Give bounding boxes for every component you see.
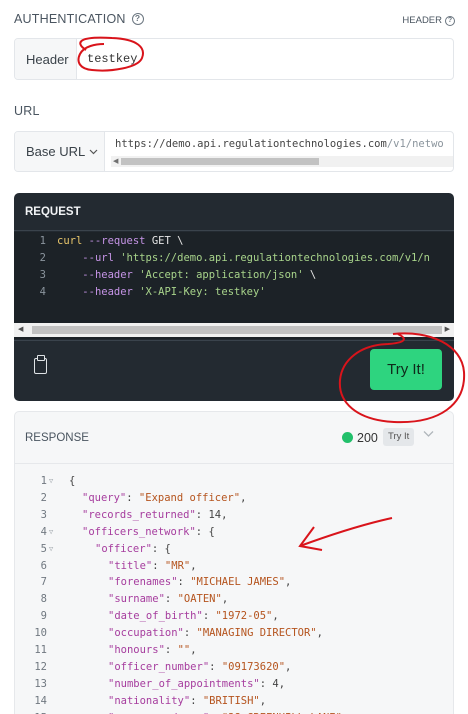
json-text: "officer_number": "09173620", [108, 660, 292, 673]
clipboard-icon[interactable] [34, 355, 47, 374]
request-scrollbar[interactable]: ◀ ▶ [14, 323, 454, 337]
line-number: 9 [40, 610, 47, 623]
json-text: { [69, 475, 76, 487]
line-number: 13 [34, 677, 47, 690]
response-header: RESPONSE 200 Try It [15, 412, 453, 464]
json-text: "occupation": "MANAGING DIRECTOR", [108, 627, 323, 640]
response-title: RESPONSE [25, 432, 89, 444]
scroll-left-arrow-icon[interactable]: ◀ [18, 323, 23, 337]
fold-toggle-icon[interactable]: ▽ [49, 541, 53, 558]
api-key-input[interactable]: testkey [77, 39, 137, 79]
header-link-label[interactable]: HEADER [402, 15, 442, 26]
request-footer: Try It! [14, 340, 454, 401]
json-text: "date_of_birth": "1972-05", [108, 610, 279, 623]
line-number: 4 [40, 525, 47, 538]
line-number: 4 [39, 286, 46, 298]
json-text: "surname": "OATEN", [108, 593, 229, 606]
status-code: 200 [357, 431, 378, 445]
help-icon[interactable]: ? [131, 13, 144, 25]
base-url-field: Base URL https://demo.api.regulationtech… [14, 131, 454, 172]
line-number: 6 [40, 559, 47, 572]
code-text: --url 'https://demo.api.regulationtechno… [82, 252, 430, 264]
json-text: "honours": "", [108, 644, 197, 656]
request-scrollbar-thumb[interactable] [32, 326, 442, 334]
chevron-down-icon[interactable] [423, 430, 434, 438]
line-number: 1 [39, 235, 46, 247]
header-auth-field: Header testkey [14, 38, 454, 80]
code-text: --header 'X-API-Key: testkey' [82, 286, 266, 298]
url-scrollbar[interactable]: ◀ [111, 156, 453, 167]
line-number: 2 [40, 491, 47, 504]
json-text: "officers_network": { [82, 525, 215, 538]
json-text: "officer": { [95, 542, 171, 555]
line-number: 15 [27, 710, 47, 714]
json-text: "query": "Expand officer", [82, 491, 247, 504]
line-number: 14 [34, 694, 47, 707]
code-text: --header 'Accept: application/json' \ [82, 269, 317, 281]
json-text: "nationality": "BRITISH", [108, 694, 267, 707]
url-value-main: https://demo.api.regulationtechnologies.… [115, 138, 387, 150]
header-help-icon[interactable]: ? [445, 15, 455, 26]
scroll-right-arrow-icon[interactable]: ▶ [445, 323, 450, 337]
url-value-area[interactable]: https://demo.api.regulationtechnologies.… [105, 132, 453, 171]
line-number: 7 [40, 576, 47, 589]
line-number: 5 [40, 542, 47, 555]
json-text: "forenames": "MICHAEL JAMES", [108, 576, 292, 589]
line-number: 2 [39, 252, 46, 264]
line-number: 12 [34, 660, 47, 673]
line-number: 3 [39, 269, 46, 281]
url-value-tail: /v1/netwo [386, 138, 444, 150]
response-panel: RESPONSE 200 Try It 1 ▽{2 "query": "Expand… [14, 411, 454, 714]
scroll-left-arrow-icon[interactable]: ◀ [113, 156, 118, 167]
json-text: "records_returned": 14, [82, 508, 228, 521]
status-dot-icon [342, 432, 353, 443]
header-field-label: Header [15, 39, 77, 79]
line-number: 10 [34, 627, 47, 640]
url-scrollbar-thumb[interactable] [121, 158, 319, 165]
url-value[interactable]: https://demo.api.regulationtechnologies.… [115, 138, 444, 150]
json-text: "number_of_appointments": 4, [108, 677, 286, 690]
json-text: "correspondence": "38 GREENHILL LANE" [108, 710, 342, 714]
line-number: 11 [34, 644, 47, 656]
try-it-button[interactable]: Try It! [370, 349, 442, 390]
json-text: "title": "MR", [108, 559, 197, 572]
code-text: curl --request GET \ [57, 235, 184, 247]
authentication-title: AUTHENTICATION ? [14, 12, 144, 26]
authentication-title-text: AUTHENTICATION [14, 12, 126, 26]
fold-toggle-icon[interactable]: ▽ [49, 524, 53, 541]
request-title: REQUEST [14, 193, 454, 231]
line-number: 3 [40, 508, 47, 521]
base-url-label: Base URL [26, 144, 86, 159]
chevron-down-icon [89, 149, 98, 154]
status-badge[interactable]: Try It [383, 428, 415, 446]
line-number: 8 [40, 593, 47, 606]
base-url-dropdown[interactable]: Base URL [15, 132, 105, 171]
request-panel: REQUEST 1 curl --request GET \ 2 --url 'ht… [14, 193, 454, 401]
fold-toggle-icon[interactable]: ▽ [49, 473, 53, 490]
url-title: URL [14, 104, 40, 118]
line-number: 1 [40, 475, 47, 487]
header-auth-link[interactable]: HEADER ? [402, 15, 455, 26]
